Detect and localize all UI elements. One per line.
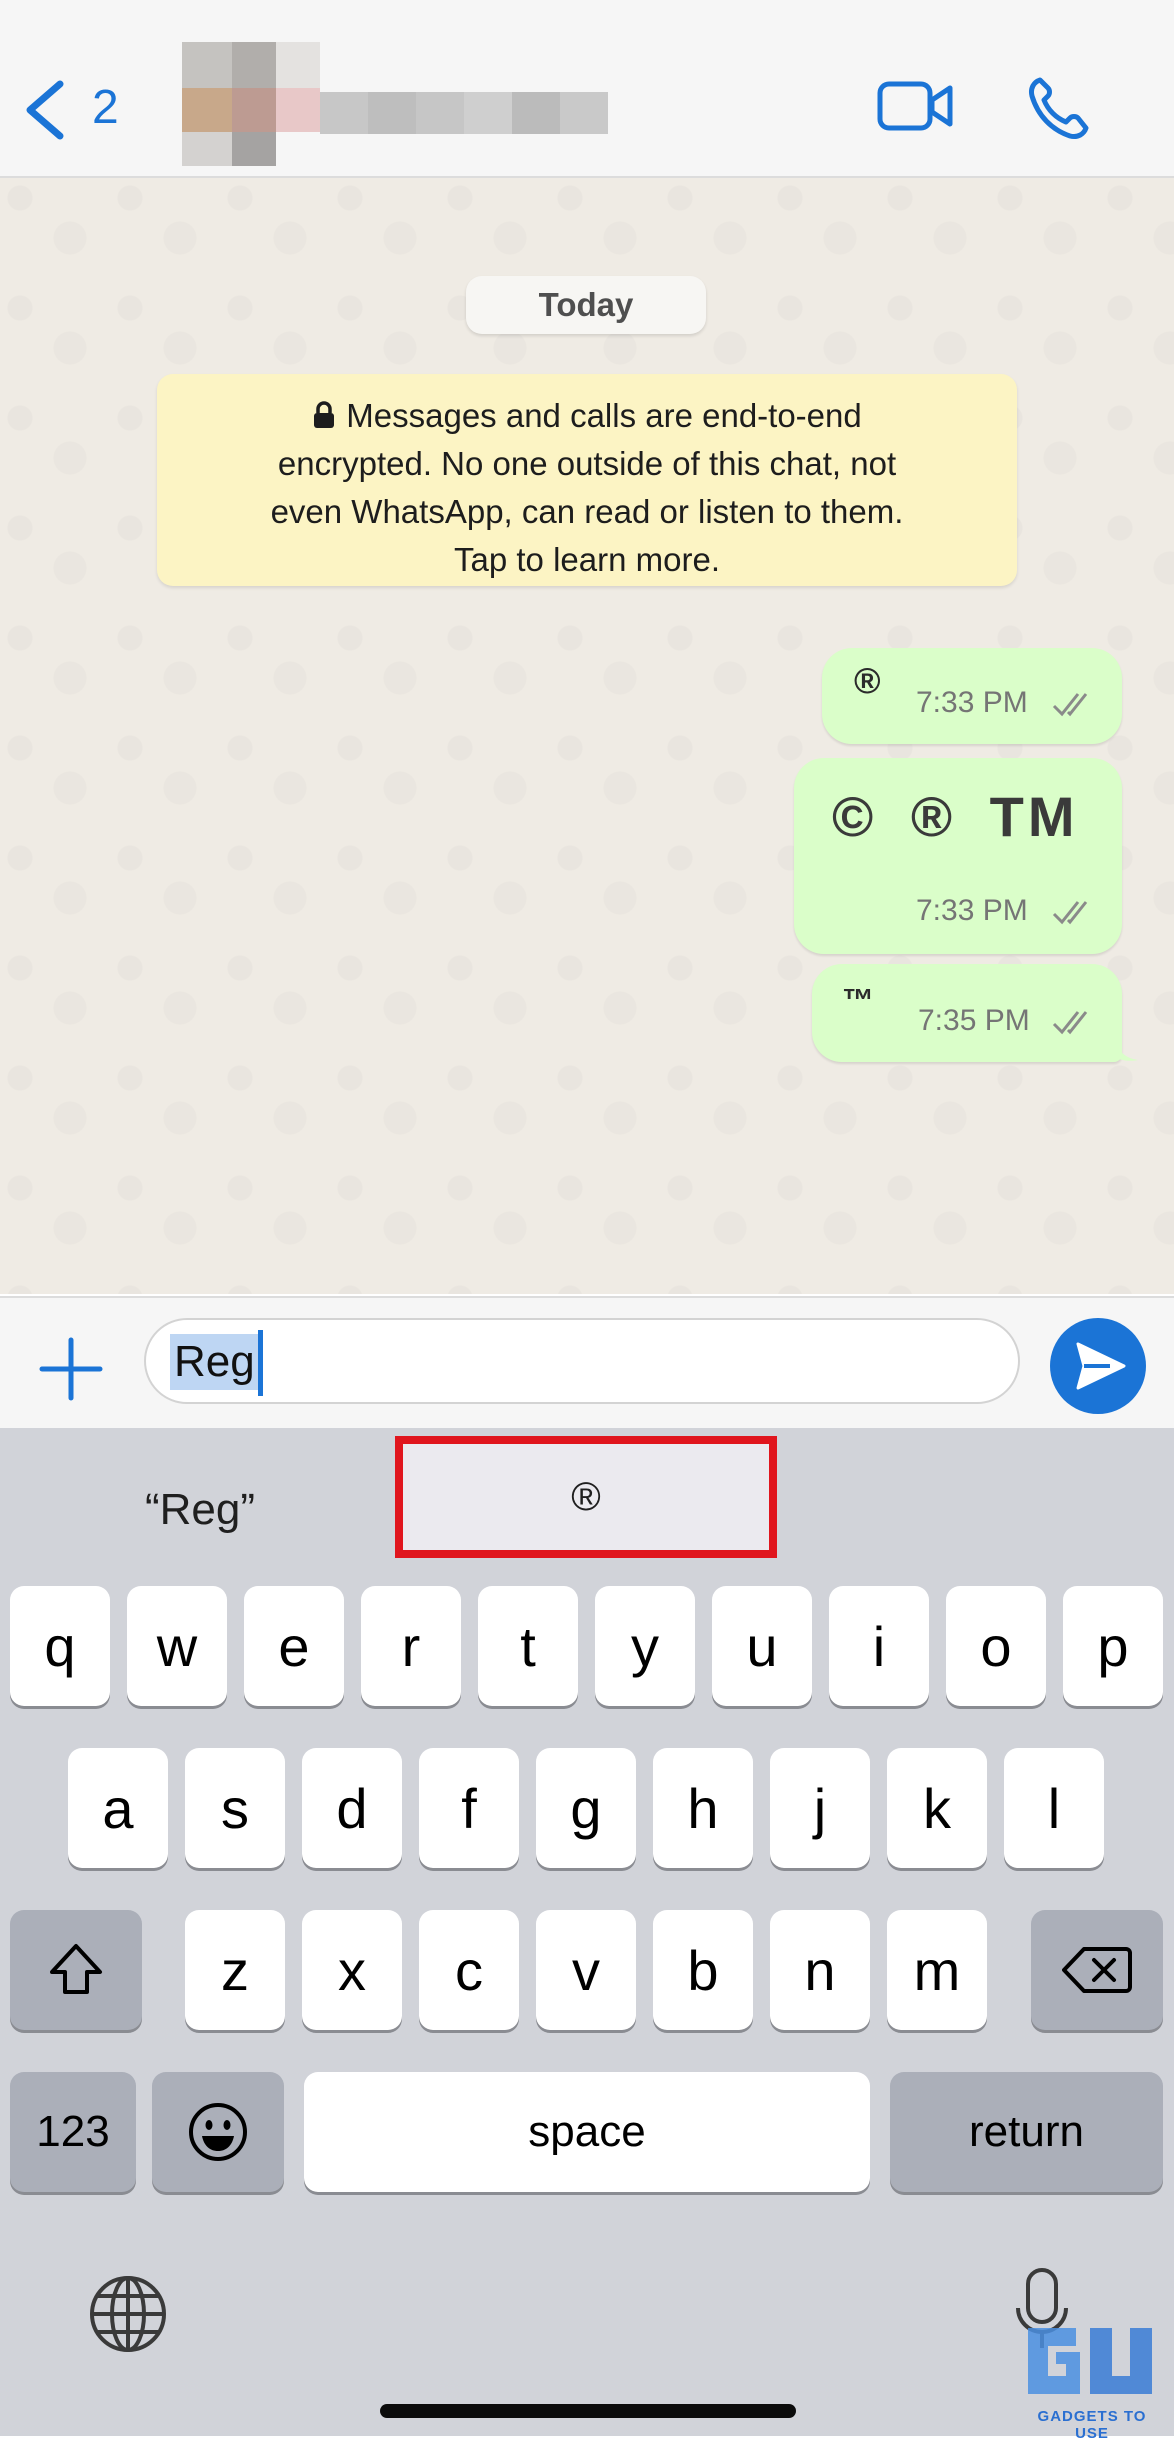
emoji-icon xyxy=(189,2103,247,2161)
key-e[interactable]: e xyxy=(244,1586,344,1706)
numbers-key[interactable]: 123 xyxy=(10,2072,136,2192)
key-p[interactable]: p xyxy=(1063,1586,1163,1706)
send-button[interactable] xyxy=(1050,1318,1146,1414)
key-h[interactable]: h xyxy=(653,1748,753,1868)
key-b[interactable]: b xyxy=(653,1910,753,2030)
back-button[interactable]: 2 xyxy=(22,76,142,146)
gadgets-to-use-logo-icon xyxy=(1028,2328,1152,2394)
globe-icon xyxy=(90,2276,166,2352)
shift-key[interactable] xyxy=(10,1910,142,2030)
chevron-left-icon xyxy=(26,80,64,140)
home-indicator[interactable] xyxy=(380,2404,796,2418)
key-m[interactable]: m xyxy=(887,1910,987,2030)
key-g[interactable]: g xyxy=(536,1748,636,1868)
key-u[interactable]: u xyxy=(712,1586,812,1706)
key-j[interactable]: j xyxy=(770,1748,870,1868)
suggestion-registered-symbol[interactable]: ® xyxy=(395,1436,777,1558)
lock-icon xyxy=(314,401,335,428)
message-text: ™ xyxy=(842,982,874,1018)
key-k[interactable]: k xyxy=(887,1748,987,1868)
message-time: 7:33 PM xyxy=(916,894,1028,927)
encryption-notice-line: Tap to learn more. xyxy=(454,541,720,578)
outgoing-message[interactable]: ® 7:33 PM xyxy=(822,648,1122,744)
send-icon xyxy=(1076,1342,1126,1390)
chat-header: 2 xyxy=(0,0,1174,178)
message-input[interactable]: Reg xyxy=(144,1318,1133,1404)
outgoing-message[interactable]: © ® TM 7:33 PM xyxy=(794,758,1122,954)
key-s[interactable]: s xyxy=(185,1748,285,1868)
space-key[interactable]: space xyxy=(304,2072,870,2192)
keyboard: “Reg” ® q w e r t y u i o p a s d f g h … xyxy=(0,1428,1174,2442)
chat-area[interactable]: Today Messages and calls are end-to-end … xyxy=(0,178,1174,1294)
key-q[interactable]: q xyxy=(10,1586,110,1706)
date-separator: Today xyxy=(466,276,706,334)
plus-icon xyxy=(39,1337,103,1401)
suggestion-literal[interactable]: “Reg” xyxy=(100,1470,300,1550)
double-check-icon xyxy=(1052,693,1088,717)
message-text: ® xyxy=(854,660,881,701)
encryption-notice-line: even WhatsApp, can read or listen to the… xyxy=(270,493,904,530)
message-text: © ® TM xyxy=(832,785,1079,848)
key-d[interactable]: d xyxy=(302,1748,402,1868)
key-f[interactable]: f xyxy=(419,1748,519,1868)
encryption-notice-line: Messages and calls are end-to-end xyxy=(346,397,862,434)
outgoing-message[interactable]: ™ 7:35 PM xyxy=(812,964,1122,1062)
attach-button[interactable] xyxy=(38,1336,104,1402)
key-n[interactable]: n xyxy=(770,1910,870,2030)
emoji-key[interactable] xyxy=(152,2072,284,2192)
key-v[interactable]: v xyxy=(536,1910,636,2030)
language-button[interactable] xyxy=(88,2274,168,2354)
double-check-icon xyxy=(1052,1011,1088,1035)
key-o[interactable]: o xyxy=(946,1586,1046,1706)
unread-count: 2 xyxy=(92,81,119,134)
message-composer: Reg xyxy=(0,1296,1174,1428)
key-r[interactable]: r xyxy=(361,1586,461,1706)
key-l[interactable]: l xyxy=(1004,1748,1104,1868)
voice-call-button[interactable] xyxy=(1024,74,1092,142)
delete-key[interactable] xyxy=(1031,1910,1163,2030)
video-call-button[interactable] xyxy=(876,76,954,136)
message-input-value: Reg xyxy=(170,1334,259,1390)
message-time: 7:35 PM xyxy=(918,1004,1030,1037)
key-i[interactable]: i xyxy=(829,1586,929,1706)
watermark-logo: GADGETS TO USE xyxy=(1020,2298,1164,2442)
key-t[interactable]: t xyxy=(478,1586,578,1706)
shift-icon xyxy=(50,1944,102,1994)
contact-name-blurred[interactable] xyxy=(182,40,652,170)
watermark-text: GADGETS TO USE xyxy=(1037,2408,1147,2442)
key-w[interactable]: w xyxy=(127,1586,227,1706)
encryption-notice-line: encrypted. No one outside of this chat, … xyxy=(277,445,897,482)
double-check-icon xyxy=(1052,901,1088,925)
key-a[interactable]: a xyxy=(68,1748,168,1868)
key-z[interactable]: z xyxy=(185,1910,285,2030)
video-camera-icon xyxy=(877,81,953,131)
encryption-notice[interactable]: Messages and calls are end-to-end encryp… xyxy=(157,374,1017,586)
bubble-tail xyxy=(1114,1034,1138,1061)
text-cursor xyxy=(258,1330,263,1396)
backspace-icon xyxy=(1062,1947,1132,1993)
phone-icon xyxy=(1029,77,1089,139)
key-c[interactable]: c xyxy=(419,1910,519,2030)
key-y[interactable]: y xyxy=(595,1586,695,1706)
message-time: 7:33 PM xyxy=(916,686,1028,719)
key-x[interactable]: x xyxy=(302,1910,402,2030)
return-key[interactable]: return xyxy=(890,2072,1163,2192)
